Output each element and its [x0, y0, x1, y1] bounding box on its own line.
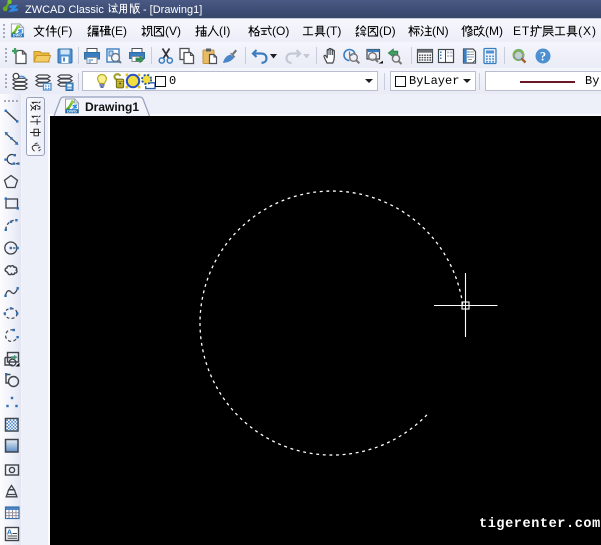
svg-text:DWG: DWG — [67, 109, 77, 114]
svg-text:DWG: DWG — [13, 34, 22, 38]
svg-text:A: A — [7, 528, 13, 537]
svg-text:?: ? — [540, 50, 546, 64]
